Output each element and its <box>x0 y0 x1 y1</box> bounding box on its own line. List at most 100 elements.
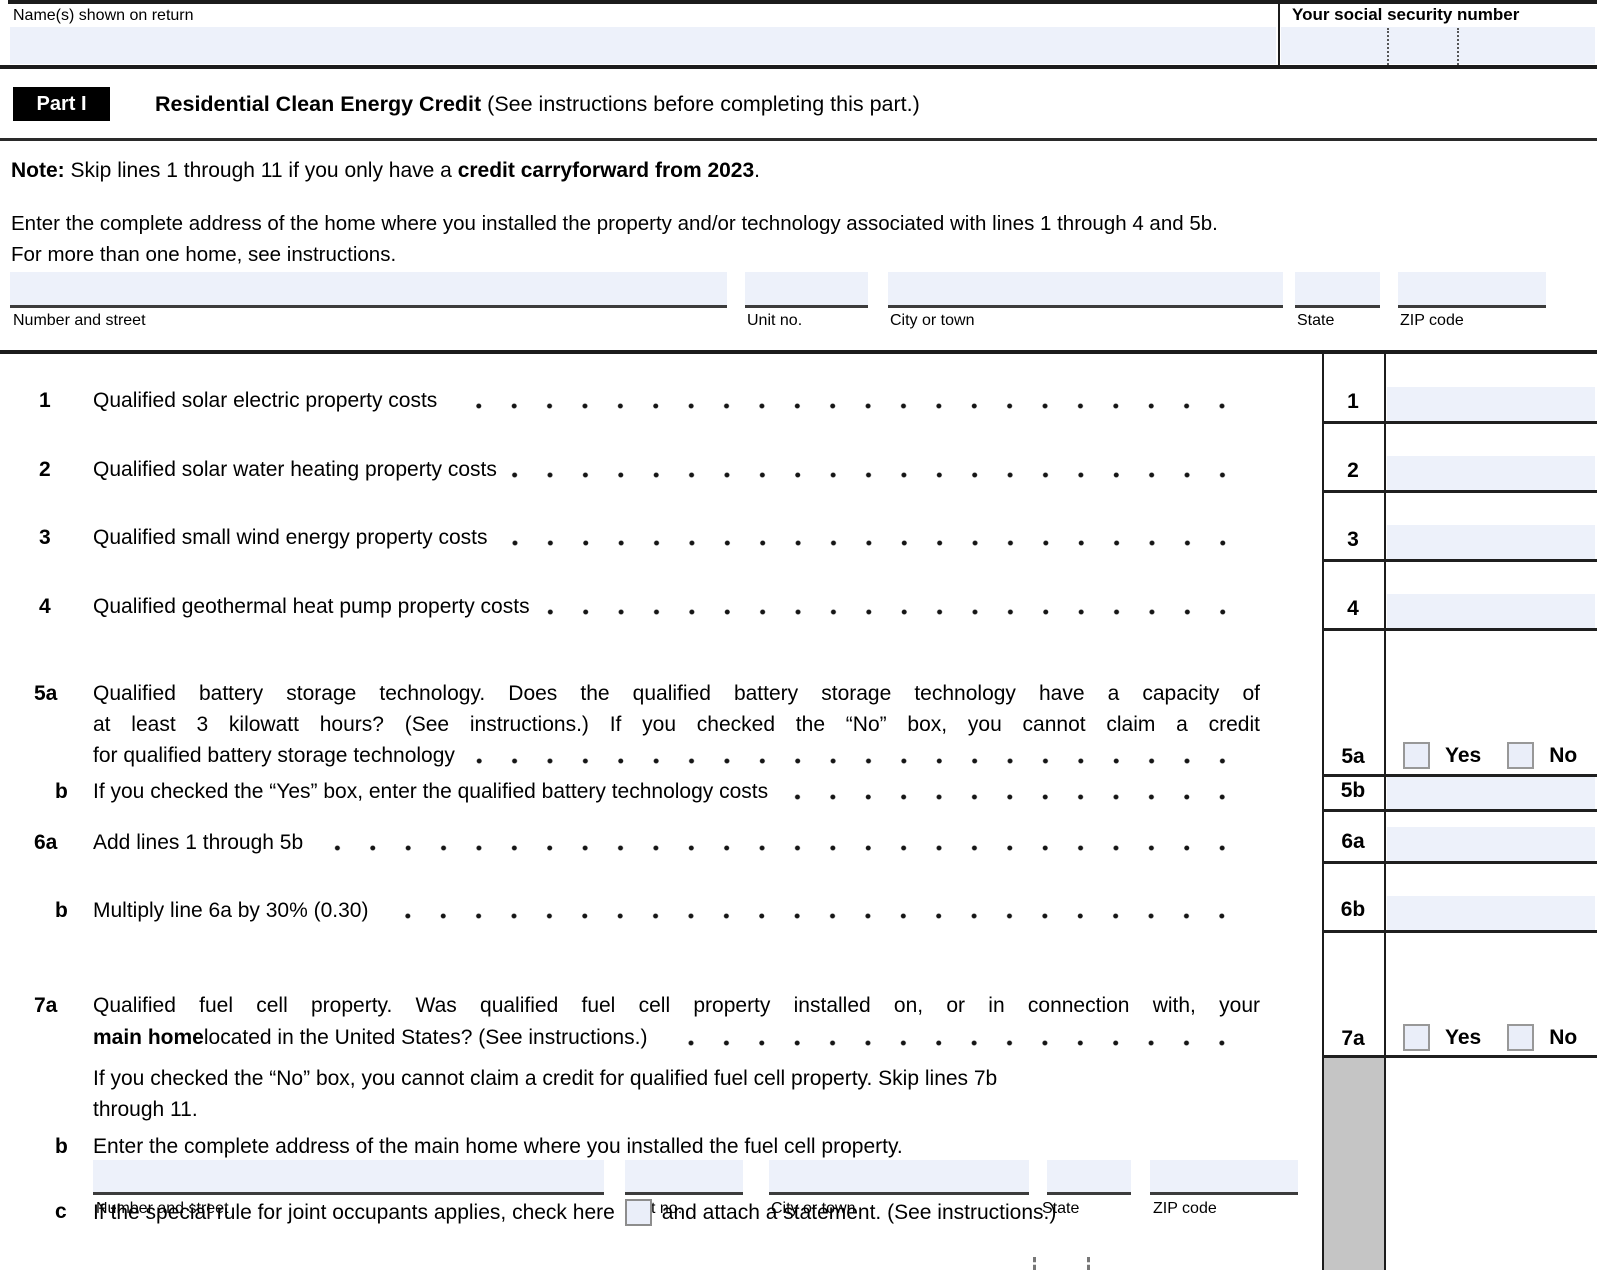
line-7c-text-before: If the special rule for joint occupants … <box>93 1200 615 1226</box>
line-6b-label: Multiply line 6a by 30% (0.30) <box>93 898 368 924</box>
fuelcell-state-field[interactable] <box>1047 1160 1131 1192</box>
line-7c-text-after: and attach a statement. (See instruction… <box>662 1200 1057 1226</box>
line-7a-no-label: No <box>1534 1025 1577 1051</box>
home-state-field[interactable] <box>1295 272 1380 305</box>
line-5b-label: If you checked the “Yes” box, enter the … <box>93 779 768 805</box>
line-7a-text1: Qualified fuel cell property. Was qualif… <box>93 993 1260 1019</box>
dot-leader <box>511 457 1240 483</box>
line-2-box-number: 2 <box>1322 458 1384 484</box>
line-7a-number: 7a <box>34 993 57 1019</box>
name-on-return-field[interactable] <box>10 27 1276 64</box>
line-7b-label: Enter the complete address of the main h… <box>93 1134 1260 1160</box>
line-2-label: Qualified solar water heating property c… <box>93 457 497 483</box>
note-body: Skip lines 1 through 11 if you only have… <box>65 159 458 182</box>
note-prefix: Note: <box>11 159 65 182</box>
home-state-underline <box>1295 305 1380 308</box>
ssn-label: Your social security number <box>1292 5 1519 25</box>
line-6b-number: b <box>55 898 68 924</box>
line-3-row: Qualified small wind energy property cos… <box>93 525 1240 551</box>
line-3-box-number: 3 <box>1322 527 1384 553</box>
line-6a-number: 6a <box>34 830 57 856</box>
line-7c-row: If the special rule for joint occupants … <box>93 1199 1056 1226</box>
line-1-box-number: 1 <box>1322 389 1384 415</box>
line-5b-number: b <box>55 779 68 805</box>
part1-subtitle: (See instructions before completing this… <box>481 92 920 116</box>
home-street-label: Number and street <box>13 312 146 330</box>
fuelcell-street-field[interactable] <box>93 1160 604 1192</box>
line-6b-amount-field[interactable] <box>1387 896 1595 930</box>
fuelcell-state-underline <box>1047 1192 1131 1195</box>
home-zip-field[interactable] <box>1398 272 1546 305</box>
line-7a-yes-checkbox[interactable] <box>1403 1024 1430 1051</box>
line-5a-text3: for qualified battery storage technology <box>93 743 455 769</box>
line-6a-amount-field[interactable] <box>1387 827 1595 861</box>
line-4-number: 4 <box>39 594 51 620</box>
part1-badge: Part I <box>13 87 110 121</box>
home-street-underline <box>10 305 727 308</box>
line-7a-note2: through 11. <box>93 1097 1260 1123</box>
line-2-row: Qualified solar water heating property c… <box>93 457 1240 483</box>
fuelcell-city-field[interactable] <box>769 1160 1029 1192</box>
note-suffix: . <box>754 159 760 182</box>
home-street-field[interactable] <box>10 272 727 305</box>
line-6a-box-number: 6a <box>1322 829 1384 855</box>
fuelcell-unit-field[interactable] <box>625 1160 743 1192</box>
line-3-amount-field[interactable] <box>1387 525 1595 559</box>
top-border <box>8 0 1597 4</box>
row6a-border <box>1322 861 1597 864</box>
shaded-column <box>1324 1058 1384 1270</box>
row1-border <box>1322 421 1597 424</box>
line-5a-number: 5a <box>34 681 57 707</box>
fuelcell-street-underline <box>93 1192 604 1195</box>
line-4-box-number: 4 <box>1322 596 1384 622</box>
fuelcell-city-underline <box>769 1192 1029 1195</box>
dot-leader <box>451 388 1240 414</box>
line-4-amount-field[interactable] <box>1387 594 1595 628</box>
part1-divider <box>0 138 1597 141</box>
line-3-number: 3 <box>39 525 51 551</box>
part1-title: Residential Clean Energy Credit <box>155 92 481 116</box>
line-7a-text2-row: main home located in the United States? … <box>93 1025 1240 1051</box>
line-5a-text1: Qualified battery storage technology. Do… <box>93 681 1260 707</box>
line-5a-no-checkbox[interactable] <box>1507 742 1534 769</box>
line-2-amount-field[interactable] <box>1387 456 1595 490</box>
row4-border <box>1322 628 1597 631</box>
line-4-row: Qualified geothermal heat pump property … <box>93 594 1240 620</box>
home-city-field[interactable] <box>888 272 1283 305</box>
line-5a-yesno-group: Yes No <box>1403 742 1577 769</box>
line-7a-text2-bold: main home <box>93 1025 204 1051</box>
line-7a-box-number: 7a <box>1322 1026 1384 1052</box>
home-zip-underline <box>1398 305 1546 308</box>
line-5a-yes-label: Yes <box>1430 743 1481 769</box>
line-6b-box-number: 6b <box>1322 897 1384 923</box>
line-7c-checkbox[interactable] <box>625 1199 652 1226</box>
dot-leader <box>544 594 1240 620</box>
line-5b-row: If you checked the “Yes” box, enter the … <box>93 779 1240 805</box>
line-4-label: Qualified geothermal heat pump property … <box>93 594 530 620</box>
home-unit-label: Unit no. <box>747 312 802 330</box>
dot-leader <box>382 898 1240 924</box>
note-row: Note: Skip lines 1 through 11 if you onl… <box>11 158 760 184</box>
part1-title-row: Residential Clean Energy Credit (See ins… <box>155 89 920 119</box>
home-unit-field[interactable] <box>745 272 868 305</box>
dot-leader <box>502 525 1240 551</box>
dot-leader <box>469 743 1240 769</box>
address-intro-line2: For more than one home, see instructions… <box>11 242 396 268</box>
ssn-separator-2 <box>1457 28 1459 65</box>
line-1-label: Qualified solar electric property costs <box>93 388 437 414</box>
line-1-amount-field[interactable] <box>1387 387 1595 421</box>
header-divider <box>1278 0 1280 68</box>
ssn-field[interactable] <box>1281 27 1595 64</box>
fuelcell-zip-field[interactable] <box>1150 1160 1298 1192</box>
line-5a-yes-checkbox[interactable] <box>1403 742 1430 769</box>
line-7b-number: b <box>55 1134 68 1160</box>
row5b-border <box>1322 809 1597 812</box>
form-5695-part1-page: Name(s) shown on return Your social secu… <box>0 0 1620 1270</box>
line-5a-text2: at least 3 kilowatt hours? (See instruct… <box>93 712 1260 738</box>
header-bottom-border <box>0 65 1597 69</box>
line-7a-no-checkbox[interactable] <box>1507 1024 1534 1051</box>
line-3-label: Qualified small wind energy property cos… <box>93 525 488 551</box>
line-5b-amount-field[interactable] <box>1387 777 1595 809</box>
line-2-number: 2 <box>39 457 51 483</box>
dot-leader <box>661 1025 1240 1051</box>
